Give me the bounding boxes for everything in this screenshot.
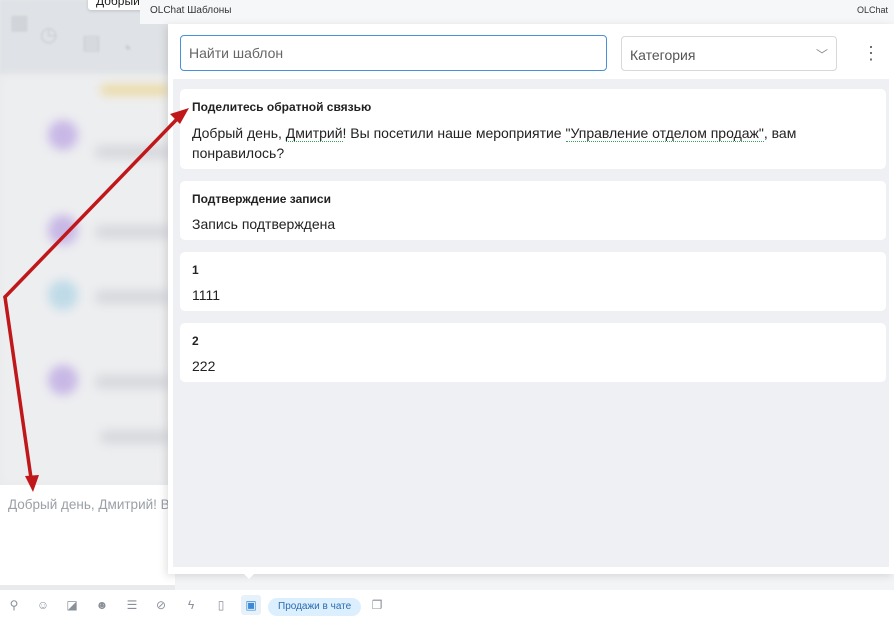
annotation-arrows (3, 108, 189, 492)
arrowhead-composer (25, 475, 39, 492)
arrow-to-composer (3, 295, 33, 480)
arrow-to-template (3, 116, 180, 299)
